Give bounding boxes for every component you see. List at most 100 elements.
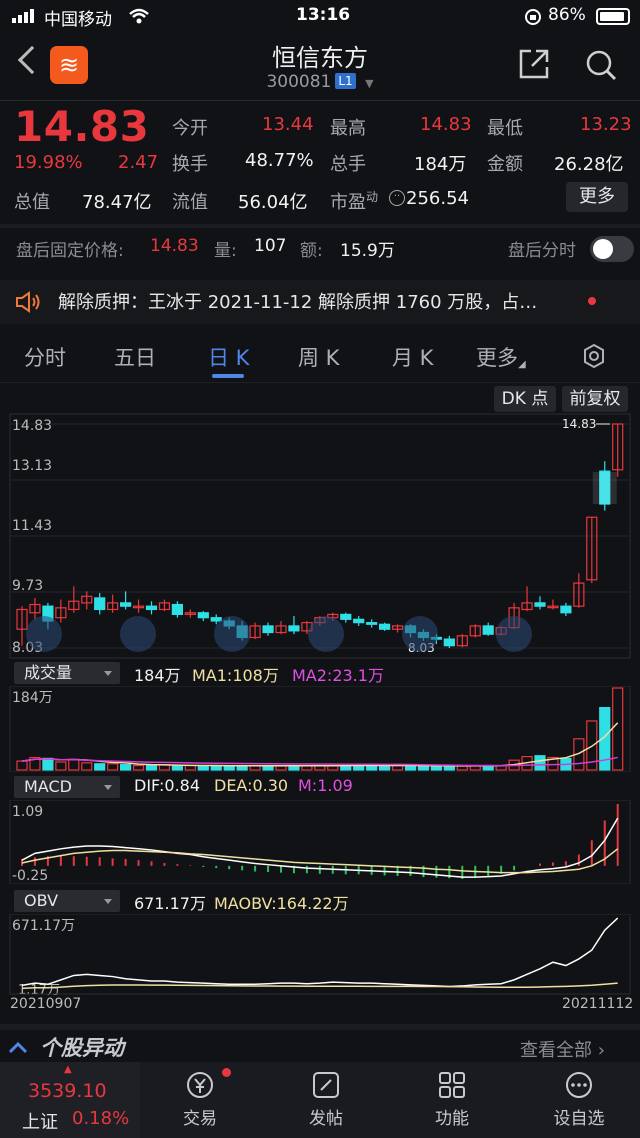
- grid-icon: [439, 1072, 465, 1098]
- move-icon: [402, 616, 438, 652]
- nav-overlay-icons: [26, 616, 532, 652]
- stock-code: 300081: [266, 72, 332, 92]
- info-icon[interactable]: ··: [389, 190, 405, 206]
- after-hours-toggle[interactable]: [590, 236, 634, 262]
- quote-label-total-value: 总值: [14, 192, 50, 213]
- volume-bar: [288, 765, 300, 771]
- volume-bar: [275, 765, 287, 771]
- tab-five-day[interactable]: 五日: [114, 342, 156, 372]
- signal-icon: [12, 9, 34, 23]
- macd-m: M:1.09: [298, 776, 353, 795]
- candle-body: [560, 605, 572, 614]
- tab-weekly-k[interactable]: 周 K: [298, 342, 339, 372]
- volume-bar: [107, 763, 119, 771]
- chevron-up-icon[interactable]: [8, 1040, 28, 1054]
- macd-y-bottom: -0.25: [12, 868, 48, 884]
- tab-daily-k[interactable]: 日 K: [208, 342, 249, 372]
- index-ticker[interactable]: ▲ 3539.10 上证 0.18%: [0, 1062, 140, 1138]
- after-hours-amt: 15.9万: [340, 241, 395, 261]
- y-label-3: 9.73: [12, 578, 43, 594]
- nav-functions[interactable]: 功能: [422, 1070, 482, 1129]
- more-dots-icon: [566, 1072, 592, 1098]
- forward-adjust-button[interactable]: 前复权: [562, 386, 628, 412]
- candle-body: [534, 602, 546, 607]
- macd-dif-line: [21, 817, 619, 878]
- volume-bar: [171, 764, 183, 771]
- quote-label-amount: 金额: [487, 154, 523, 175]
- volume-bar: [197, 765, 209, 771]
- volume-value: 184万: [134, 666, 181, 685]
- quote-label-turnover: 换手: [172, 154, 208, 175]
- tab-more[interactable]: 更多◢: [476, 342, 526, 372]
- notice-text: 解除质押：王冰于 2021-11-12 解除质押 1760 万股，占…: [58, 292, 538, 313]
- quote-value-pe: 256.54: [406, 188, 469, 209]
- share-icon[interactable]: [518, 48, 550, 80]
- edit-icon: [313, 1072, 339, 1098]
- obv-indicator-select[interactable]: OBV: [14, 890, 120, 912]
- index-name: 上证: [22, 1112, 58, 1133]
- chevron-right-icon: ›: [597, 1040, 605, 1061]
- volume-ma2: MA2:23.1万: [292, 666, 384, 685]
- macd-chart[interactable]: 1.09 -0.25: [0, 800, 640, 884]
- macd-indicator-select[interactable]: MACD: [14, 776, 120, 798]
- volume-y-top: 184万: [12, 690, 53, 706]
- quote-label-volume: 总手: [330, 154, 366, 175]
- status-bar: 中国移动 13:16 86%: [0, 0, 640, 34]
- candle-body: [145, 605, 158, 611]
- candle-body: [171, 603, 183, 616]
- obv-line: [21, 917, 619, 988]
- y-label-0: 14.83: [12, 418, 52, 434]
- tabs-divider: [0, 382, 640, 383]
- volume-bar: [262, 765, 274, 771]
- kline-chart[interactable]: 14.83 13.13 11.43 9.73 8.03 14.83 8.03: [0, 412, 640, 660]
- nav-post[interactable]: 发帖: [296, 1070, 356, 1129]
- index-pct: 0.18%: [72, 1108, 130, 1129]
- search-icon[interactable]: [584, 48, 618, 82]
- volume-bar: [132, 764, 145, 771]
- tab-intraday[interactable]: 分时: [24, 342, 66, 372]
- dk-point-button[interactable]: DK 点: [494, 386, 556, 412]
- zoom-in-icon: [214, 616, 250, 652]
- obv-y-top: 671.17万: [12, 918, 75, 934]
- quote-value-amount: 26.28亿: [554, 154, 624, 175]
- after-hours-amt-label: 额:: [300, 241, 323, 261]
- obv-chart[interactable]: 671.17万 1.17万 20210907 20211112: [0, 914, 640, 1010]
- quote-label-high: 最高: [330, 118, 366, 139]
- volume-bar: [210, 765, 222, 771]
- volume-indicator-select[interactable]: 成交量: [14, 662, 120, 684]
- quote-value-low: 13.23: [580, 114, 632, 135]
- volume-bar: [81, 762, 93, 771]
- nav-add-watchlist[interactable]: 设自选: [544, 1070, 614, 1129]
- candle-body: [379, 623, 391, 630]
- clock: 13:16: [296, 5, 351, 25]
- more-button[interactable]: 更多: [566, 182, 628, 212]
- battery-percent: 86%: [548, 5, 586, 25]
- volume-bar: [94, 763, 106, 771]
- view-all-link[interactable]: 查看全部 ›: [520, 1036, 605, 1062]
- active-tab-indicator: [212, 374, 244, 378]
- nav-trade[interactable]: 交易: [170, 1070, 230, 1129]
- macd-y-top: 1.09: [12, 804, 43, 820]
- candle-body: [340, 613, 352, 620]
- quote-value-open: 13.44: [262, 114, 314, 135]
- section-gap: [0, 1024, 640, 1030]
- yen-cycle-icon: [187, 1072, 213, 1098]
- gear-icon[interactable]: [580, 342, 608, 370]
- candle-highlight: [592, 472, 617, 504]
- volume-bar: [119, 764, 132, 771]
- obv-value: 671.17万: [134, 894, 206, 913]
- candle-body: [288, 625, 300, 632]
- quote-value-turnover: 48.77%: [245, 150, 314, 171]
- notice-bar[interactable]: 解除质押：王冰于 2021-11-12 解除质押 1760 万股，占…: [0, 280, 640, 324]
- volume-chart[interactable]: 184万: [0, 686, 640, 772]
- volume-bar: [68, 758, 80, 771]
- volume-bar: [42, 757, 54, 771]
- volume-bar: [443, 765, 455, 771]
- trade-badge-dot: [222, 1068, 231, 1077]
- y-label-1: 13.13: [12, 458, 52, 474]
- quote-label-low: 最低: [487, 118, 523, 139]
- x-end-date: 20211112: [562, 996, 633, 1010]
- tab-monthly-k[interactable]: 月 K: [392, 342, 433, 372]
- quote-label-float-value: 流值: [172, 192, 208, 213]
- zoom-out-icon: [120, 616, 156, 652]
